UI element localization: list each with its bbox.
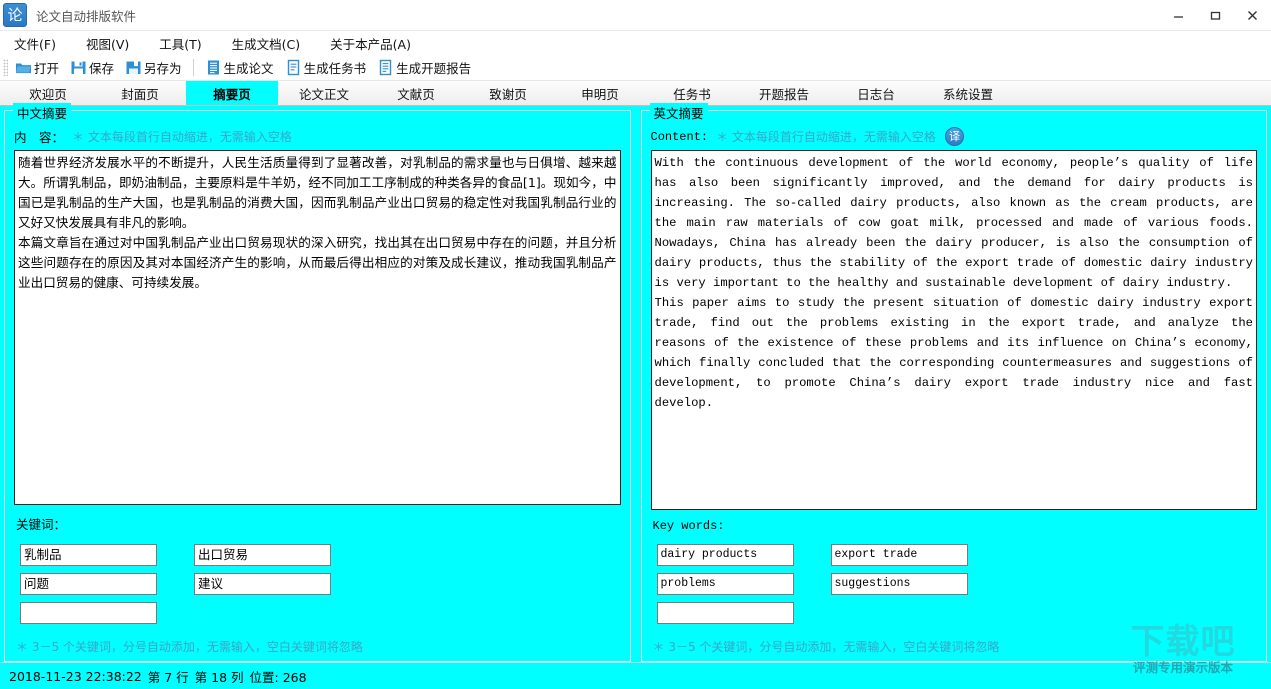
tab-abstract[interactable]: 摘要页 — [186, 81, 278, 105]
english-keywords-label: Key words: — [652, 519, 725, 533]
menu-item-view[interactable]: 视图(V) — [86, 34, 129, 53]
toolbar-generate-proposal-label: 生成开题报告 — [396, 61, 472, 76]
save-as-icon — [125, 59, 142, 76]
tab-declaration[interactable]: 申明页 — [554, 81, 646, 105]
chinese-abstract-textarea[interactable]: 随着世界经济发展水平的不断提升，人民生活质量得到了显著改善，对乳制品的需求量也与… — [14, 150, 621, 505]
english-keywords-hint: ＊ 3－5 个关键词，分号自动添加，无需输入，空白关键词将忽略 — [652, 640, 1000, 654]
close-icon[interactable] — [1234, 0, 1271, 31]
window-controls — [1160, 0, 1271, 31]
tab-acknowledgment[interactable]: 致谢页 — [462, 81, 554, 105]
toolbar-save-as-label: 另存为 — [144, 61, 182, 76]
tab-strip-filler — [1014, 81, 1271, 105]
maximize-icon[interactable] — [1197, 0, 1234, 31]
english-keyword-input-4[interactable]: suggestions — [830, 573, 968, 595]
application-window: 论 论文自动排版软件 文件(F) 视图(V) 工具(T) 生成文档(C) 关于本… — [0, 0, 1271, 689]
chinese-keyword-input-1[interactable]: 乳制品 — [20, 544, 157, 566]
toolbar: 打开 保存 另存为 生成论文 生成任务书 生成开题报告 — [0, 55, 1271, 81]
tab-references[interactable]: 文献页 — [370, 81, 462, 105]
toolbar-save-button[interactable]: 保存 — [66, 57, 118, 79]
document-lines-icon — [205, 59, 222, 76]
english-keyword-input-3[interactable]: problems — [656, 573, 794, 595]
toolbar-grip[interactable] — [3, 59, 8, 76]
chinese-keyword-input-5[interactable] — [20, 602, 157, 624]
toolbar-open-button[interactable]: 打开 — [11, 57, 63, 79]
tab-task-book[interactable]: 任务书 — [646, 81, 738, 105]
status-line: 第 7 行 — [147, 669, 189, 685]
chinese-keyword-input-4[interactable]: 建议 — [194, 573, 331, 595]
tab-cover[interactable]: 封面页 — [94, 81, 186, 105]
toolbar-generate-proposal-button[interactable]: 生成开题报告 — [373, 57, 475, 79]
english-paragraph-2: This paper aims to study the present sit… — [654, 296, 1254, 410]
status-position: 位置: 268 — [249, 669, 307, 685]
toolbar-generate-task-button[interactable]: 生成任务书 — [281, 57, 371, 79]
english-paragraph-1: With the continuous development of the w… — [654, 156, 1254, 290]
save-icon — [70, 59, 87, 76]
status-bar: 2018-11-23 22:38:22 第 7 行 第 18 列 位置: 268 — [0, 662, 1271, 689]
app-icon: 论 — [3, 3, 27, 27]
document-report-icon — [377, 59, 394, 76]
chinese-keyword-input-2[interactable]: 出口贸易 — [194, 544, 331, 566]
toolbar-generate-thesis-button[interactable]: 生成论文 — [201, 57, 278, 79]
english-keyword-input-1[interactable]: dairy products — [656, 544, 794, 566]
status-column: 第 18 列 — [194, 669, 244, 685]
english-content-label: Content: — [650, 129, 709, 144]
tab-main-text[interactable]: 论文正文 — [278, 81, 370, 105]
chinese-content-hint: ＊ 文本每段首行自动缩进，无需输入空格 — [72, 130, 292, 144]
english-keyword-input-5[interactable] — [656, 602, 794, 624]
toolbar-generate-thesis-label: 生成论文 — [223, 61, 274, 76]
tab-log-console[interactable]: 日志台 — [830, 81, 922, 105]
menu-item-about[interactable]: 关于本产品(A) — [330, 34, 411, 53]
chinese-paragraph-1: 随着世界经济发展水平的不断提升，人民生活质量得到了显著改善，对乳制品的需求量也与… — [18, 155, 617, 230]
tab-strip: 欢迎页 封面页 摘要页 论文正文 文献页 致谢页 申明页 任务书 开题报告 日志… — [0, 81, 1271, 106]
chinese-abstract-legend: 中文摘要 — [13, 103, 72, 122]
chinese-abstract-panel: 中文摘要 内 容： ＊ 文本每段首行自动缩进，无需输入空格 随着世界经济发展水平… — [4, 103, 631, 662]
toolbar-save-as-button[interactable]: 另存为 — [121, 57, 186, 79]
english-abstract-legend: 英文摘要 — [649, 103, 708, 122]
menu-bar: 文件(F) 视图(V) 工具(T) 生成文档(C) 关于本产品(A) — [0, 31, 1271, 55]
chinese-paragraph-2: 本篇文章旨在通过对中国乳制品产业出口贸易现状的深入研究，找出其在出口贸易中存在的… — [18, 235, 617, 290]
english-keyword-input-2[interactable]: export trade — [830, 544, 968, 566]
chinese-content-row: 内 容： ＊ 文本每段首行自动缩进，无需输入空格 — [14, 123, 621, 150]
toolbar-separator — [192, 59, 194, 76]
menu-item-file[interactable]: 文件(F) — [14, 34, 56, 53]
status-datetime: 2018-11-23 22:38:22 — [9, 668, 142, 684]
tab-welcome[interactable]: 欢迎页 — [2, 81, 94, 105]
tab-system-settings[interactable]: 系统设置 — [922, 81, 1014, 105]
english-abstract-panel: 英文摘要 Content: ＊ 文本每段首行自动缩进，无需输入空格 译 With… — [640, 103, 1267, 662]
english-keywords-grid: dairy products export trade problems sug… — [651, 544, 1258, 624]
menu-item-generate-doc[interactable]: 生成文档(C) — [232, 34, 300, 53]
tab-proposal[interactable]: 开题报告 — [738, 81, 830, 105]
title-bar: 论 论文自动排版软件 — [0, 0, 1271, 31]
chinese-keyword-input-3[interactable]: 问题 — [20, 573, 157, 595]
english-abstract-textarea[interactable]: With the continuous development of the w… — [650, 150, 1257, 510]
main-content: 中文摘要 内 容： ＊ 文本每段首行自动缩进，无需输入空格 随着世界经济发展水平… — [0, 103, 1271, 662]
chinese-keywords-label: 关键词： — [16, 517, 67, 532]
window-title: 论文自动排版软件 — [36, 8, 137, 24]
menu-item-tools[interactable]: 工具(T) — [159, 34, 201, 53]
chinese-keywords-hint: ＊ 3－5 个关键词，分号自动添加，无需输入，空白关键词将忽略 — [16, 640, 363, 654]
toolbar-save-label: 保存 — [89, 61, 115, 76]
toolbar-open-label: 打开 — [34, 61, 60, 76]
english-content-hint: ＊ 文本每段首行自动缩进，无需输入空格 — [716, 130, 936, 144]
chinese-content-label: 内 容： — [14, 130, 65, 145]
chinese-keywords-grid: 乳制品 出口贸易 问题 建议 — [14, 544, 621, 624]
folder-open-icon — [15, 59, 32, 76]
toolbar-generate-task-label: 生成任务书 — [303, 61, 367, 76]
minimize-icon[interactable] — [1160, 0, 1197, 31]
translate-icon[interactable]: 译 — [944, 127, 964, 146]
document-icon — [285, 59, 302, 76]
english-content-row: Content: ＊ 文本每段首行自动缩进，无需输入空格 译 — [651, 123, 1258, 150]
